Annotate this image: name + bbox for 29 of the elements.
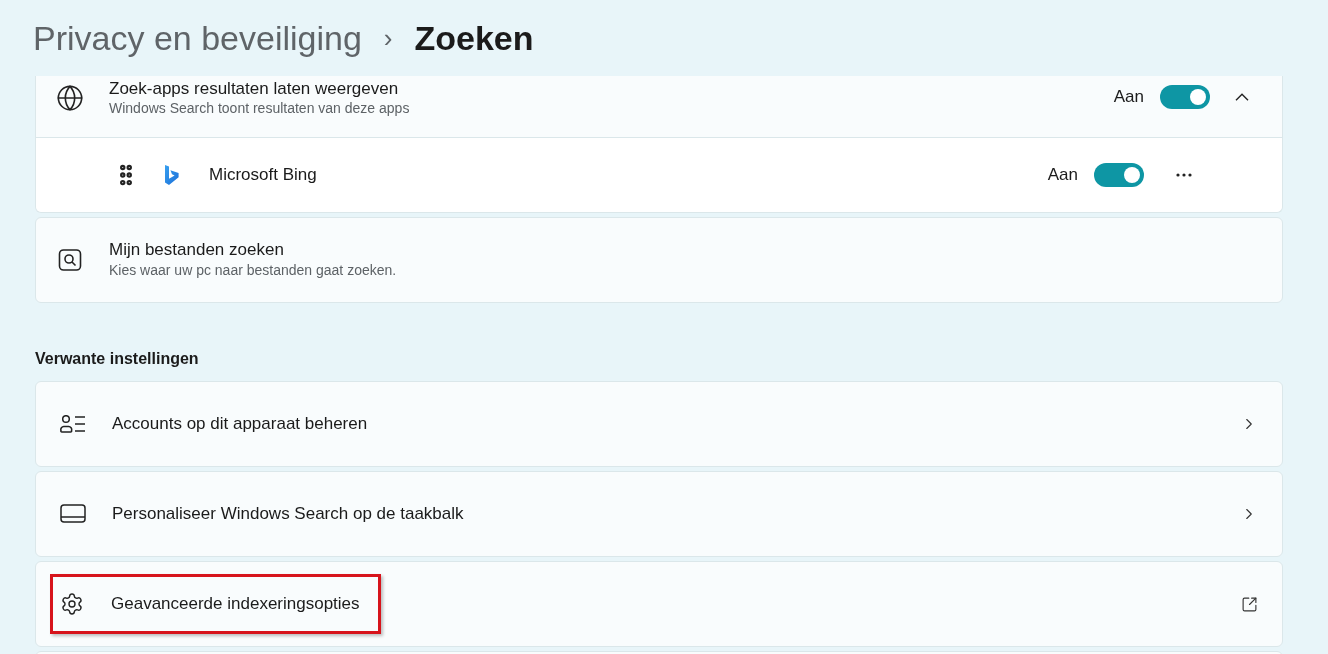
chevron-up-icon (1235, 92, 1249, 101)
setting-description: Kies waar uw pc naar bestanden gaat zoeken. (109, 261, 397, 280)
toggle-label: Aan (1113, 86, 1144, 108)
settings-card[interactable]: Mijn bestanden zoeken Kies waar uw pc naar bestanden gaat zoeken. (35, 217, 1283, 303)
bing-logo-icon (163, 164, 179, 186)
settings-link-card[interactable]: Accounts op dit apparaat beheren (35, 381, 1283, 467)
setting-title: Geavanceerde indexeringsopties (111, 593, 360, 616)
more-icon (1176, 173, 1192, 177)
page-title: Zoeken (414, 17, 534, 59)
toggle-switch[interactable] (1160, 84, 1210, 109)
toggle-label: Aan (1047, 164, 1078, 187)
accounts-icon (60, 415, 86, 433)
settings-link-card[interactable]: Geavanceerde indexeringsopties (35, 561, 1283, 647)
setting-title: Accounts op dit apparaat beheren (112, 413, 368, 436)
setting-title: Personaliseer Windows Search op de taakbalk (112, 503, 464, 526)
screen-icon (60, 504, 86, 524)
settings-link-card[interactable]: Personaliseer Windows Search op de taakbalk (35, 471, 1283, 557)
setting-title: Zoek-apps resultaten laten weergeven (109, 79, 400, 99)
toggle-switch[interactable] (1094, 163, 1144, 187)
globe-icon (56, 84, 84, 112)
breadcrumb-link[interactable]: Privacy en beveiliging (33, 12, 362, 64)
external-link-icon (1241, 595, 1258, 613)
settings-icon (60, 592, 84, 616)
section-heading: Verwante instellingen (35, 349, 200, 369)
setting-title: Mijn bestanden zoeken (109, 240, 285, 260)
breadcrumb-separator: › (383, 21, 393, 55)
app-name: Microsoft Bing (209, 164, 318, 187)
search-icon (58, 248, 82, 272)
setting-description: Windows Search toont resultaten van deze apps (109, 99, 411, 117)
